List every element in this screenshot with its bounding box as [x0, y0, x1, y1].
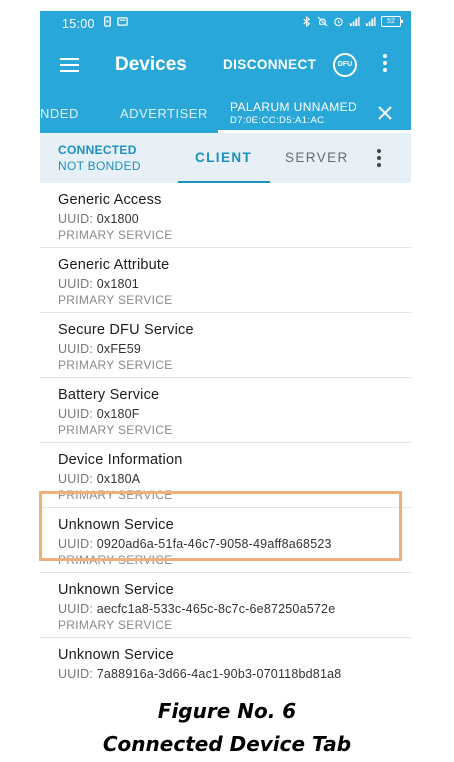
uuid-label: UUID:	[58, 212, 94, 226]
alarm-icon	[334, 17, 343, 27]
service-item[interactable]: Battery Service UUID: 0x180F PRIMARY SER…	[40, 378, 411, 443]
service-uuid: 7a88916a-3d66-4ac1-90b3-070118bd81a8	[96, 667, 342, 681]
uuid-label: UUID:	[58, 407, 94, 421]
uuid-label: UUID:	[58, 277, 94, 291]
connection-menu-icon[interactable]	[377, 149, 381, 170]
service-uuid: 0x180A	[96, 472, 141, 486]
service-name: Secure DFU Service	[58, 322, 194, 338]
service-uuid: aecfc1a8-533c-465c-8c7c-6e87250a572e	[96, 602, 336, 616]
service-name: Generic Access	[58, 192, 162, 208]
service-type: PRIMARY SERVICE	[58, 358, 173, 372]
highlight-box	[39, 491, 402, 561]
service-uuid: 0x1800	[96, 212, 139, 226]
phone-screen: 15:00 52 Devices DISCONNECT DFU NDED ADV…	[40, 11, 411, 681]
service-item[interactable]: Generic Attribute UUID: 0x1801 PRIMARY S…	[40, 248, 411, 313]
app-bar: Devices DISCONNECT DFU	[40, 37, 411, 95]
service-uuid: 0x180F	[96, 407, 140, 421]
tab-device-previous[interactable]: NDED	[40, 106, 79, 121]
service-uuid: 0xFE59	[96, 342, 141, 356]
close-icon[interactable]	[377, 105, 393, 121]
service-type: PRIMARY SERVICE	[58, 618, 173, 632]
status-time: 15:00	[62, 17, 95, 31]
bond-state: NOT BONDED	[58, 159, 141, 173]
vibrate-icon	[104, 16, 111, 27]
service-name: Generic Attribute	[58, 257, 170, 273]
tab-advertiser[interactable]: ADVERTISER	[120, 106, 208, 121]
uuid-label: UUID:	[58, 472, 94, 486]
uuid-label: UUID:	[58, 667, 94, 681]
tab-server[interactable]: SERVER	[285, 150, 349, 165]
tab-device-active[interactable]: PALARUM UNNAMED D7:0E:CC:D5:A1:AC	[230, 100, 357, 126]
status-left-icons	[102, 16, 128, 27]
uuid-label: UUID:	[58, 602, 94, 616]
signal-icon	[349, 16, 360, 27]
tab-client[interactable]: CLIENT	[195, 150, 252, 165]
notification-off-icon	[317, 16, 328, 27]
bluetooth-icon	[303, 16, 311, 27]
service-uuid: 0x1801	[96, 277, 139, 291]
dfu-icon[interactable]: DFU	[333, 53, 357, 77]
page-title: Devices	[115, 54, 187, 75]
device-tabs: NDED ADVERTISER PALARUM UNNAMED D7:0E:CC…	[40, 95, 411, 133]
disconnect-button[interactable]: DISCONNECT	[223, 57, 316, 72]
menu-icon[interactable]	[60, 58, 79, 72]
device-address: D7:0E:CC:D5:A1:AC	[230, 115, 325, 126]
service-item[interactable]: Unknown Service UUID: 7a88916a-3d66-4ac1…	[40, 638, 411, 681]
figure-caption-title: Connected Device Tab	[102, 732, 352, 756]
service-name: Battery Service	[58, 387, 160, 403]
service-item[interactable]: Generic Access UUID: 0x1800 PRIMARY SERV…	[40, 183, 411, 248]
status-bar: 15:00 52	[40, 11, 411, 37]
figure-caption-number: Figure No. 6	[157, 699, 297, 723]
service-name: Unknown Service	[58, 582, 174, 598]
service-type: PRIMARY SERVICE	[58, 423, 173, 437]
service-name: Device Information	[58, 452, 183, 468]
status-right-icons: 52	[301, 16, 403, 27]
uuid-label: UUID:	[58, 342, 94, 356]
service-item[interactable]: Unknown Service UUID: aecfc1a8-533c-465c…	[40, 573, 411, 638]
battery-icon: 52	[381, 16, 403, 27]
overflow-menu-icon[interactable]	[383, 54, 387, 75]
service-name: Unknown Service	[58, 647, 174, 663]
signal-icon-2	[365, 16, 376, 27]
message-icon	[117, 17, 128, 26]
connection-bar: CONNECTED NOT BONDED CLIENT SERVER	[40, 133, 411, 184]
service-type: PRIMARY SERVICE	[58, 228, 173, 242]
service-list: Generic Access UUID: 0x1800 PRIMARY SERV…	[40, 183, 411, 681]
device-name: PALARUM UNNAMED	[230, 100, 358, 114]
service-type: PRIMARY SERVICE	[58, 293, 173, 307]
service-item[interactable]: Secure DFU Service UUID: 0xFE59 PRIMARY …	[40, 313, 411, 378]
connection-state: CONNECTED	[58, 143, 137, 157]
